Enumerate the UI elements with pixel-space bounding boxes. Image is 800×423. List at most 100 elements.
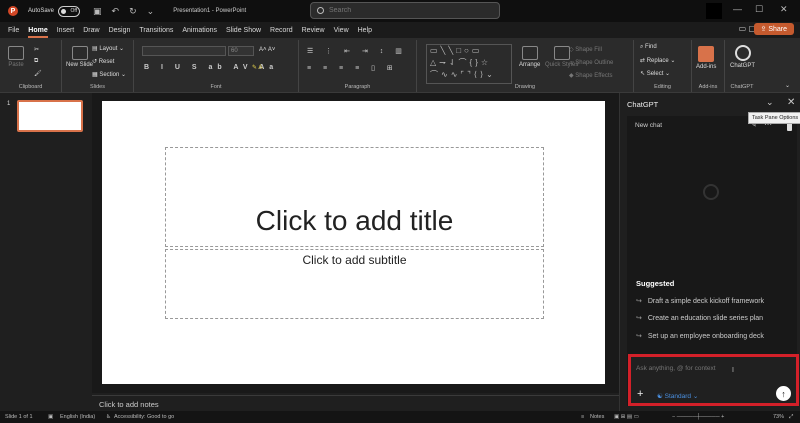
suggestion-arrow-icon: ↪ bbox=[636, 333, 642, 340]
suggestion-item[interactable]: ↪ Draft a simple deck kickoff framework bbox=[636, 297, 764, 305]
tab-design[interactable]: Design bbox=[109, 25, 131, 36]
section-label: Section bbox=[99, 72, 120, 78]
font-family-select[interactable] bbox=[142, 46, 226, 56]
notes-button[interactable]: Notes bbox=[590, 414, 604, 420]
suggestion-item[interactable]: ↪ Create an education slide series plan bbox=[636, 314, 763, 322]
highlight-icon[interactable]: ✎ A bbox=[252, 64, 262, 71]
shapes-gallery[interactable]: ▭╲╲□○▭ △⇁⇃⌒{}☆ ⌒∿∿⌜⌝⟨⟩⌄ bbox=[426, 44, 512, 84]
mode-selector[interactable]: ☯ Standard ⌄ bbox=[657, 392, 698, 400]
thumbnail-number: 1 bbox=[7, 101, 11, 107]
autosave-state: Off bbox=[70, 7, 78, 14]
tab-draw[interactable]: Draw bbox=[83, 25, 99, 36]
save-icon[interactable]: ▣ bbox=[93, 6, 102, 17]
addins-button[interactable]: Add-ins bbox=[696, 46, 716, 70]
tab-view[interactable]: View bbox=[334, 25, 349, 36]
tab-insert[interactable]: Insert bbox=[57, 25, 75, 36]
mode-icon: ☯ bbox=[657, 393, 665, 400]
autosave-toggle[interactable]: Off bbox=[58, 5, 81, 17]
share-button[interactable]: ⇪ Share bbox=[753, 23, 794, 35]
subtitle-placeholder[interactable]: Click to add subtitle bbox=[165, 249, 544, 319]
customize-toolbar-icon[interactable]: ⌄ bbox=[147, 6, 155, 17]
search-input[interactable] bbox=[329, 7, 489, 14]
addins-icon bbox=[698, 46, 715, 62]
suggestion-item[interactable]: ↪ Set up an employee onboarding deck bbox=[636, 332, 764, 340]
accessibility-status[interactable]: Accessibility: Good to go bbox=[114, 414, 174, 420]
fit-slide-icon[interactable]: ⤢ bbox=[789, 414, 793, 421]
minimize-icon[interactable]: — bbox=[733, 4, 742, 14]
chatgpt-ribbon-label: ChatGPT bbox=[730, 63, 756, 69]
suggested-heading: Suggested bbox=[636, 279, 675, 288]
title-placeholder[interactable]: Click to add title bbox=[165, 147, 544, 247]
tab-help[interactable]: Help bbox=[358, 25, 372, 36]
find-label: Find bbox=[645, 44, 657, 50]
accessibility-icon: ♿ bbox=[106, 414, 111, 420]
chevron-down-icon[interactable]: ⌄ bbox=[766, 97, 774, 108]
slide-thumbnails-pane: 1 bbox=[0, 93, 92, 411]
copy-icon[interactable]: ⧉ bbox=[34, 58, 38, 65]
shape-fill-button[interactable]: ◇ Shape Fill bbox=[569, 46, 602, 53]
search-box[interactable] bbox=[310, 2, 500, 19]
arrange-button[interactable]: Arrange bbox=[519, 46, 540, 68]
select-button[interactable]: ↖ Select ⌄ bbox=[640, 70, 670, 77]
slide[interactable]: Click to add title Click to add subtitle bbox=[102, 101, 605, 384]
shape-effects-button[interactable]: ◆ Shape Effects bbox=[569, 72, 613, 79]
arrange-label: Arrange bbox=[519, 62, 541, 68]
font-size-select[interactable]: 60 bbox=[228, 46, 254, 56]
send-button[interactable]: ↑ bbox=[776, 386, 791, 401]
tab-review[interactable]: Review bbox=[302, 25, 325, 36]
slide-thumbnail[interactable] bbox=[17, 100, 83, 132]
chatgpt-ribbon-button[interactable]: ChatGPT bbox=[730, 45, 755, 69]
language-indicator[interactable]: English (India) bbox=[60, 414, 95, 420]
clipboard-group: Paste ✂ ⧉ 🖌 Clipboard bbox=[0, 40, 62, 92]
editing-group: ⌕ Find ⇄ Replace ⌄ ↖ Select ⌄ Editing bbox=[634, 40, 692, 92]
chatgpt-logo-icon bbox=[703, 184, 719, 200]
account-avatar[interactable] bbox=[706, 3, 722, 19]
undo-icon[interactable]: ↶ bbox=[112, 6, 120, 17]
drawing-group: ▭╲╲□○▭ △⇁⇃⌒{}☆ ⌒∿∿⌜⌝⟨⟩⌄ Arrange Quick Styl… bbox=[417, 40, 634, 92]
status-bar: Slide 1 of 1 ▣ English (India) ♿ Accessi… bbox=[0, 411, 800, 423]
spellcheck-icon[interactable]: ▣ bbox=[48, 414, 53, 420]
chat-input[interactable] bbox=[636, 365, 786, 372]
tab-home[interactable]: Home bbox=[28, 25, 49, 38]
align-buttons[interactable]: ≡ ≡ ≡ ≡ ▯ ⊞ bbox=[307, 64, 398, 72]
addins-group: Add-ins Add-ins bbox=[692, 40, 725, 92]
notes-pane[interactable]: Click to add notes bbox=[92, 395, 619, 411]
new-slide-icon bbox=[71, 46, 88, 60]
close-icon[interactable]: ✕ bbox=[780, 4, 788, 15]
collapse-ribbon-icon[interactable]: ⌄ bbox=[785, 82, 790, 89]
layout-button[interactable]: ▤ Layout ⌄ bbox=[92, 45, 124, 52]
find-button[interactable]: ⌕ Find bbox=[640, 44, 657, 51]
suggestion-text: Draft a simple deck kickoff framework bbox=[647, 298, 765, 305]
close-pane-icon[interactable]: ✕ bbox=[787, 97, 795, 108]
chatgpt-group: ChatGPT ChatGPT bbox=[725, 40, 759, 92]
font-grow-icon[interactable]: A˄ A˅ bbox=[259, 47, 275, 53]
title-placeholder-text: Click to add title bbox=[255, 205, 454, 236]
new-slide-label: New Slide bbox=[66, 62, 94, 68]
tab-transitions[interactable]: Transitions bbox=[139, 25, 173, 36]
cut-icon[interactable]: ✂ bbox=[34, 46, 39, 53]
redo-icon[interactable]: ↻ bbox=[129, 6, 137, 17]
slide-count: Slide 1 of 1 bbox=[5, 414, 33, 420]
replace-button[interactable]: ⇄ Replace ⌄ bbox=[640, 57, 675, 64]
reset-button[interactable]: ↺ Reset bbox=[92, 58, 114, 65]
maximize-icon[interactable]: ☐ bbox=[755, 4, 763, 15]
tab-file[interactable]: File bbox=[8, 25, 19, 36]
section-button[interactable]: ▦ Section ⌄ bbox=[92, 71, 126, 78]
pane-title: ChatGPT bbox=[627, 100, 659, 109]
shape-outline-button[interactable]: ▱ Shape Outline bbox=[569, 59, 613, 66]
notes-icon: ≡ bbox=[581, 414, 585, 420]
add-attachment-icon[interactable]: + bbox=[637, 388, 643, 400]
tab-record[interactable]: Record bbox=[270, 25, 293, 36]
tab-animations[interactable]: Animations bbox=[182, 25, 217, 36]
view-buttons[interactable]: ▣ ⊞ ▤ ▭ bbox=[614, 414, 639, 420]
quick-styles-icon bbox=[553, 46, 570, 60]
format-painter-icon[interactable]: 🖌 bbox=[34, 70, 42, 77]
tab-slide-show[interactable]: Slide Show bbox=[226, 25, 261, 36]
search-icon bbox=[317, 7, 324, 14]
zoom-level[interactable]: 73% bbox=[773, 414, 784, 420]
new-slide-button[interactable]: New Slide bbox=[66, 46, 93, 68]
list-buttons[interactable]: ☰ ⋮ ⇤ ⇥ ↕ ▥ bbox=[307, 47, 407, 55]
paste-button[interactable]: Paste bbox=[8, 46, 24, 68]
autosave-label: AutoSave bbox=[28, 8, 55, 14]
zoom-slider[interactable]: − ─────┼───── + bbox=[672, 414, 724, 420]
